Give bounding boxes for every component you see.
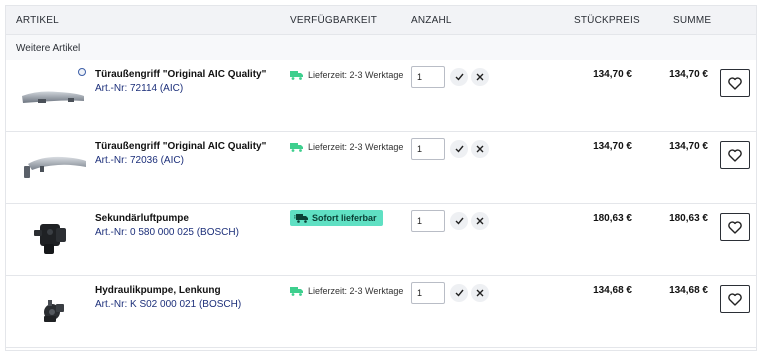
heart-icon <box>728 292 742 306</box>
header-availability: VERFÜGBARKEIT <box>290 15 378 26</box>
fast-truck-icon <box>294 214 308 223</box>
product-name[interactable]: Hydraulikpumpe, Lenkung <box>95 285 221 296</box>
truck-icon <box>290 143 303 152</box>
unit-price: 134,70 € <box>593 141 632 152</box>
cart-row: Sekundärluftpumpe Art.-Nr: 0 580 000 025… <box>6 204 756 276</box>
cart-table: ARTIKEL VERFÜGBARKEIT ANZAHL STÜCKPREIS … <box>5 5 757 351</box>
row-sum: 134,68 € <box>669 285 708 296</box>
table-header: ARTIKEL VERFÜGBARKEIT ANZAHL STÜCKPREIS … <box>6 6 756 34</box>
remove-item-button[interactable] <box>471 68 489 86</box>
confirm-quantity-button[interactable] <box>450 284 468 302</box>
remove-item-button[interactable] <box>471 284 489 302</box>
quantity-input[interactable] <box>411 210 445 232</box>
wishlist-button[interactable] <box>720 141 750 169</box>
checkmark-icon <box>455 289 464 297</box>
cart-row: Hydraulikpumpe, Lenkung Art.-Nr: K S02 0… <box>6 276 756 348</box>
group-header: Weitere Artikel <box>6 34 756 60</box>
confirm-quantity-button[interactable] <box>450 68 468 86</box>
header-article: ARTIKEL <box>16 15 59 26</box>
row-sum: 180,63 € <box>669 213 708 224</box>
truck-icon <box>290 71 303 80</box>
availability-text: Lieferzeit: 2-3 Werktage <box>308 286 404 296</box>
wishlist-button[interactable] <box>720 285 750 313</box>
header-quantity: ANZAHL <box>411 15 452 26</box>
quantity-input[interactable] <box>411 282 445 304</box>
cart-row: Türaußengriff "Original AIC Quality" Art… <box>6 132 756 204</box>
close-icon <box>476 73 484 81</box>
wishlist-button[interactable] <box>720 69 750 97</box>
part-number-link[interactable]: Art.-Nr: K S02 000 021 (BOSCH) <box>95 299 241 310</box>
remove-item-button[interactable] <box>471 140 489 158</box>
product-image[interactable] <box>18 66 86 120</box>
wishlist-button[interactable] <box>720 213 750 241</box>
unit-price: 134,70 € <box>593 69 632 80</box>
part-number-link[interactable]: Art.-Nr: 72114 (AIC) <box>95 83 183 94</box>
product-name[interactable]: Sekundärluftpumpe <box>95 213 189 224</box>
quantity-input[interactable] <box>411 138 445 160</box>
product-image[interactable] <box>18 138 86 192</box>
heart-icon <box>728 148 742 162</box>
availability: Lieferzeit: 2-3 Werktage <box>290 286 403 296</box>
heart-icon <box>728 76 742 90</box>
part-number-link[interactable]: Art.-Nr: 0 580 000 025 (BOSCH) <box>95 227 239 238</box>
availability-text: Sofort lieferbar <box>312 213 377 223</box>
close-icon <box>476 217 484 225</box>
availability-text: Lieferzeit: 2-3 Werktage <box>308 142 404 152</box>
product-name[interactable]: Türaußengriff "Original AIC Quality" <box>95 141 266 152</box>
row-sum: 134,70 € <box>669 69 708 80</box>
checkmark-icon <box>455 73 464 81</box>
truck-icon <box>290 287 303 296</box>
group-label: Weitere Artikel <box>16 43 81 54</box>
close-icon <box>476 145 484 153</box>
quantity-input[interactable] <box>411 66 445 88</box>
cart-row: Türaußengriff "Original AIC Quality" Art… <box>6 60 756 132</box>
product-name[interactable]: Türaußengriff "Original AIC Quality" <box>95 69 266 80</box>
remove-item-button[interactable] <box>471 212 489 230</box>
checkmark-icon <box>455 145 464 153</box>
confirm-quantity-button[interactable] <box>450 212 468 230</box>
unit-price: 180,63 € <box>593 213 632 224</box>
in-stock-badge: Sofort lieferbar <box>290 210 383 226</box>
confirm-quantity-button[interactable] <box>450 140 468 158</box>
product-image[interactable] <box>18 210 86 264</box>
part-number-link[interactable]: Art.-Nr: 72036 (AIC) <box>95 155 184 166</box>
product-image[interactable] <box>18 282 86 336</box>
availability-text: Lieferzeit: 2-3 Werktage <box>308 70 404 80</box>
unit-price: 134,68 € <box>593 285 632 296</box>
heart-icon <box>728 220 742 234</box>
checkmark-icon <box>455 217 464 225</box>
header-sum: SUMME <box>673 15 712 26</box>
close-icon <box>476 289 484 297</box>
row-sum: 134,70 € <box>669 141 708 152</box>
availability: Lieferzeit: 2-3 Werktage <box>290 70 403 80</box>
availability: Lieferzeit: 2-3 Werktage <box>290 142 403 152</box>
header-unit-price: STÜCKPREIS <box>574 15 640 26</box>
